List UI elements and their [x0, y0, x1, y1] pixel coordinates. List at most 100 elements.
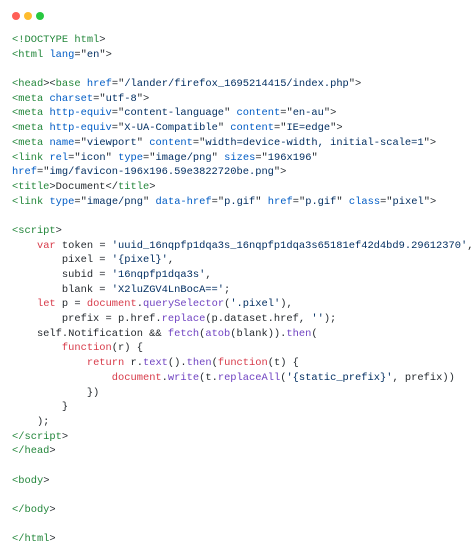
code-token: replaceAll — [217, 371, 281, 384]
code-line: <link type="image/png" data-href="p.gif"… — [12, 195, 472, 210]
code-token: " — [336, 195, 349, 208]
code-token: ); — [323, 313, 337, 326]
code-token: =" — [36, 166, 50, 179]
code-token: =" — [111, 122, 125, 135]
code-line: <link rel="icon" type="image/png" sizes=… — [12, 151, 472, 166]
code-token: } — [12, 401, 69, 414]
code-token: type — [49, 195, 75, 208]
code-token: , — [167, 254, 175, 267]
code-token: =" — [93, 92, 106, 105]
code-line: href="img/favicon-196x196.59e3822720be.p… — [12, 165, 472, 180]
code-line: </head> — [12, 444, 472, 459]
code-token: en — [86, 48, 100, 61]
code-token: return — [86, 357, 125, 370]
code-token: function — [61, 342, 112, 355]
code-line: <meta name="viewport" content="width=dev… — [12, 136, 472, 151]
code-token: <body — [12, 474, 44, 487]
code-token: (t. — [199, 371, 218, 384]
code-token: (blank)). — [230, 327, 287, 340]
code-token: (). — [167, 357, 187, 370]
code-token: <meta — [12, 122, 44, 135]
code-line: ); — [12, 415, 472, 430]
code-token: write — [167, 371, 200, 384]
code-line: </html> — [12, 532, 472, 547]
code-token: pixel — [392, 195, 424, 208]
code-token: " — [311, 151, 318, 164]
code-token: </body — [12, 504, 50, 516]
code-token: <link — [12, 151, 44, 164]
code-token: type — [118, 151, 144, 164]
code-token: '{pixel}' — [111, 254, 168, 267]
code-token: =" — [111, 107, 125, 120]
code-token: (p.dataset.href, — [205, 313, 312, 326]
code-token: X-UA-Compatible — [124, 122, 218, 135]
code-token: subid = — [12, 269, 112, 281]
code-token: icon — [80, 151, 106, 164]
code-token: prefix = p.href. — [12, 313, 162, 326]
code-line: <head><base href="/lander/firefox_169521… — [12, 77, 472, 92]
code-token: > — [55, 224, 62, 237]
code-token: " — [255, 195, 268, 208]
code-token: http-equiv — [49, 122, 112, 135]
code-token: p.gif — [224, 195, 256, 208]
code-token: =" — [192, 136, 206, 149]
code-line: return r.text().then(function(t) { — [12, 356, 472, 371]
code-token: " — [136, 136, 150, 149]
code-line: </script> — [12, 430, 472, 445]
code-token: content-language — [124, 107, 225, 120]
code-token: <link — [12, 195, 44, 208]
code-token: > — [99, 34, 106, 46]
code-token: let — [36, 298, 56, 311]
code-token: =" — [74, 48, 87, 61]
code-token: then — [286, 327, 312, 340]
source-code-view: <!DOCTYPE html> <html lang="en"> <head><ba… — [12, 33, 474, 547]
code-token: "> — [348, 78, 362, 91]
code-token: name — [49, 136, 75, 149]
code-token: href — [12, 166, 37, 179]
code-token: text — [142, 357, 168, 370]
code-token: (t) { — [267, 357, 299, 370]
code-line: self.Notification && fetch (atob(blank)).… — [12, 327, 472, 342]
code-token: <meta — [12, 92, 44, 105]
code-token: pixel = — [12, 254, 112, 267]
code-token: base — [55, 78, 81, 91]
code-token: " — [211, 151, 225, 164]
code-line: <body> — [12, 474, 472, 489]
code-token: <head — [12, 78, 44, 91]
code-token: <html — [12, 48, 44, 61]
code-line: <script> — [12, 224, 472, 239]
code-token: IE=edge — [286, 122, 331, 135]
code-line: <meta http-equiv="X-UA-Compatible" conte… — [12, 121, 472, 136]
maximize-window-button[interactable] — [36, 12, 44, 20]
close-window-button[interactable] — [12, 12, 20, 20]
code-token: '' — [311, 313, 324, 326]
code-token: " — [143, 195, 156, 208]
code-token: ( — [311, 327, 318, 340]
code-token: content — [149, 136, 193, 149]
code-token: content — [230, 122, 274, 135]
code-token: </html — [12, 533, 50, 546]
code-token: en-au — [292, 107, 324, 120]
code-token: =" — [380, 195, 393, 208]
code-token: 196x196 — [267, 151, 312, 164]
code-token: <script — [12, 224, 56, 237]
code-token: "> — [423, 195, 437, 208]
code-token: p = — [55, 298, 87, 311]
code-token: image/png — [86, 195, 143, 208]
minimize-window-button[interactable] — [24, 12, 32, 20]
code-token: utf-8 — [105, 92, 137, 105]
code-token: > — [43, 474, 50, 487]
code-token: " — [217, 122, 231, 135]
code-token: var — [36, 239, 56, 252]
code-token: "> — [323, 107, 337, 120]
code-line: subid = '16nqpfp1dqa3s', — [12, 268, 472, 283]
code-token: , — [467, 239, 474, 252]
